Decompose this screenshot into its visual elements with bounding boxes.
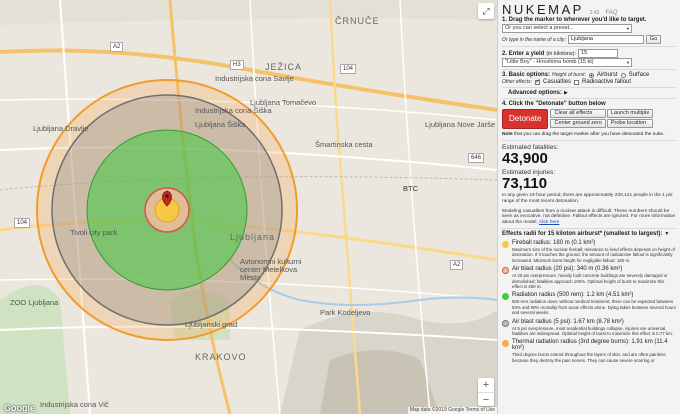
city-input[interactable]: Ljubljana <box>567 35 644 44</box>
effect-name: Air blast radius (20 psi): 340 m (0.36 k… <box>512 266 623 273</box>
hob-label: Height of burst: <box>552 72 586 78</box>
effect-item: Radiation radius (500 rem): 1.2 km (4.51… <box>502 292 676 315</box>
yield-input[interactable]: 15 <box>578 49 619 58</box>
yield-preset-select[interactable]: "Little Boy" - Hiroshima bomb (15 kt) <box>502 58 632 67</box>
airburst-label: Airburst <box>596 72 618 78</box>
probe-location-button[interactable]: Probe location <box>606 119 654 128</box>
map-label-zoo: ZOO Ljubljana <box>10 298 59 307</box>
map-label-ljubljana-siska: Ljubljana Šiška <box>195 120 246 129</box>
google-logo: Google <box>4 403 35 413</box>
effect-name: Fireball radius: 180 m (0.1 km²) <box>512 239 596 246</box>
launch-multiple-button[interactable]: Launch multiple <box>606 109 654 118</box>
casualties-checkbox[interactable] <box>535 78 541 85</box>
fatalities-value: 43,900 <box>502 150 548 167</box>
city-hint: Or type in the name of a city: <box>502 36 566 43</box>
injuries-value: 73,110 <box>502 175 548 192</box>
map-label-jezica: JEŽICA <box>265 62 303 72</box>
effect-desc: Third degree burns extend throughout the… <box>512 352 666 363</box>
road-shield: 104 <box>14 218 31 228</box>
air-blast-20-swatch-icon <box>502 267 509 275</box>
effects-title: Effects radii for 15 kiloton airburst* (… <box>502 230 663 237</box>
casualties-label: Casualties <box>543 79 572 85</box>
map-label-metelkova: Avtonomni kulturni center Metelkova Mest… <box>240 257 302 282</box>
effect-item: Air blast radius (20 psi): 340 m (0.36 k… <box>502 266 676 289</box>
effect-item: Fireball radius: 180 m (0.1 km²) Maximum… <box>502 240 676 263</box>
map-label-btc: BTC <box>403 184 418 193</box>
population-note: In any given 24-hour period, there are a… <box>502 193 673 204</box>
fullscreen-icon: ⤢ <box>482 5 490 16</box>
step1-label: 1. Drag the marker to wherever you'd lik… <box>502 17 647 23</box>
drag-note: Note that you can drag the target marker… <box>502 132 665 137</box>
air-blast-5-swatch-icon <box>502 319 509 327</box>
effect-desc: Maximum size of the nuclear fireball; re… <box>512 246 675 263</box>
step3-label: 3. Basic options: <box>502 72 551 78</box>
zoom-out-button[interactable]: − <box>478 392 494 406</box>
road-shield: 646 <box>468 153 485 163</box>
map-base-layer <box>0 0 497 414</box>
effect-name: Thermal radiation radius (3rd degree bur… <box>512 339 668 352</box>
fireball-swatch-icon <box>502 240 509 248</box>
fallout-label: Radioactive fallout <box>582 79 632 85</box>
triangle-down-icon[interactable]: ▼ <box>664 231 669 237</box>
map-label-ljubljana-dravlje: Ljubljana Dravlje <box>33 124 89 133</box>
preset-select[interactable]: Or you can select a preset... <box>502 24 632 33</box>
step4-label: 4. Click the "Detonate" button below <box>502 101 606 107</box>
surface-label: Surface <box>628 72 650 78</box>
effect-item: Air blast radius (5 psi): 1.67 km (8.78 … <box>502 319 676 337</box>
effect-name: Radiation radius (500 rem): 1.2 km (4.51… <box>512 292 634 299</box>
road-shield: A2 <box>450 260 464 270</box>
map-label-ind-savlje: Industrijska cona Savlje <box>215 74 294 83</box>
map-label-smartinska: Šmartinska cesta <box>315 140 373 149</box>
app-title: NUKEMAP 2.42 FAQ <box>498 0 680 17</box>
map-label-park-kodeljevo: Park Kodeljevo <box>320 308 371 317</box>
version-label: 2.42 <box>589 10 600 16</box>
map-label-nove-jarse: Ljubljana Nove Jarše <box>425 120 496 129</box>
fullscreen-button[interactable]: ⤢ <box>478 3 494 19</box>
map-label-zelena: Ljubljanski grad <box>185 320 238 329</box>
airburst-radio[interactable] <box>588 72 594 78</box>
app-title-text: NUKEMAP <box>502 2 584 17</box>
road-shield: 104 <box>340 64 357 74</box>
advanced-options-label: Advanced options: <box>508 90 563 96</box>
clear-effects-button[interactable]: Clear all effects <box>550 109 606 118</box>
map-label-crnuce: ČRNUČE <box>335 16 380 26</box>
click-here-link[interactable]: click here <box>539 220 559 225</box>
step2-label: 2. Enter a yield <box>502 50 545 57</box>
effect-desc: At 20 psi overpressure, heavily built co… <box>512 273 668 290</box>
map-label-tivoli: Tivoli city park <box>70 228 118 237</box>
road-shield: A2 <box>110 42 124 52</box>
thermal-swatch-icon <box>502 340 509 348</box>
effect-desc: At 5 psi overpressure, most residential … <box>512 325 673 337</box>
map-label-ljubljana: Ljubljana <box>230 232 276 242</box>
zoom-control[interactable]: + − <box>478 378 494 406</box>
yield-unit: (in kilotons): <box>546 50 577 57</box>
go-button[interactable]: Go <box>645 35 662 44</box>
faq-link[interactable]: FAQ <box>606 10 618 16</box>
effect-item: Thermal radiation radius (3rd degree bur… <box>502 339 676 363</box>
effect-name: Air blast radius (5 psi): 1.67 km (8.78 … <box>512 318 624 325</box>
zoom-in-button[interactable]: + <box>478 378 494 392</box>
road-shield: H3 <box>230 60 244 70</box>
triangle-right-icon: ▶ <box>564 90 568 96</box>
surface-radio[interactable] <box>620 72 626 78</box>
map-label-krakovo: KRAKOVO <box>195 352 247 362</box>
map-label-ind-siska: Industrijska cona Šiška <box>195 106 272 115</box>
model-note: Modeling casualties from a nuclear attac… <box>502 208 676 226</box>
radiation-swatch-icon <box>502 293 509 301</box>
map-label-ind-vic: Industrijska cona Vič <box>40 400 109 409</box>
center-ground-zero-button[interactable]: Center ground zero <box>550 119 606 128</box>
advanced-options-toggle[interactable]: Advanced options: ▶ <box>502 90 676 96</box>
detonate-button[interactable]: Detonate <box>502 109 549 129</box>
other-effects-label: Other effects: <box>502 79 533 85</box>
fallout-checkbox[interactable] <box>574 79 580 85</box>
map-view[interactable]: ČRNUČE JEŽICA Industrijska cona Savlje I… <box>0 0 497 414</box>
map-label-tomacevo: Ljubljana Tomačevo <box>250 98 317 107</box>
map-attribution[interactable]: Map data ©2019 Google Terms of Use <box>407 407 497 414</box>
effect-desc: 500 rem radiation dose; without medical … <box>512 299 676 316</box>
control-panel: NUKEMAP 2.42 FAQ 1. Drag the marker to w… <box>497 0 680 414</box>
